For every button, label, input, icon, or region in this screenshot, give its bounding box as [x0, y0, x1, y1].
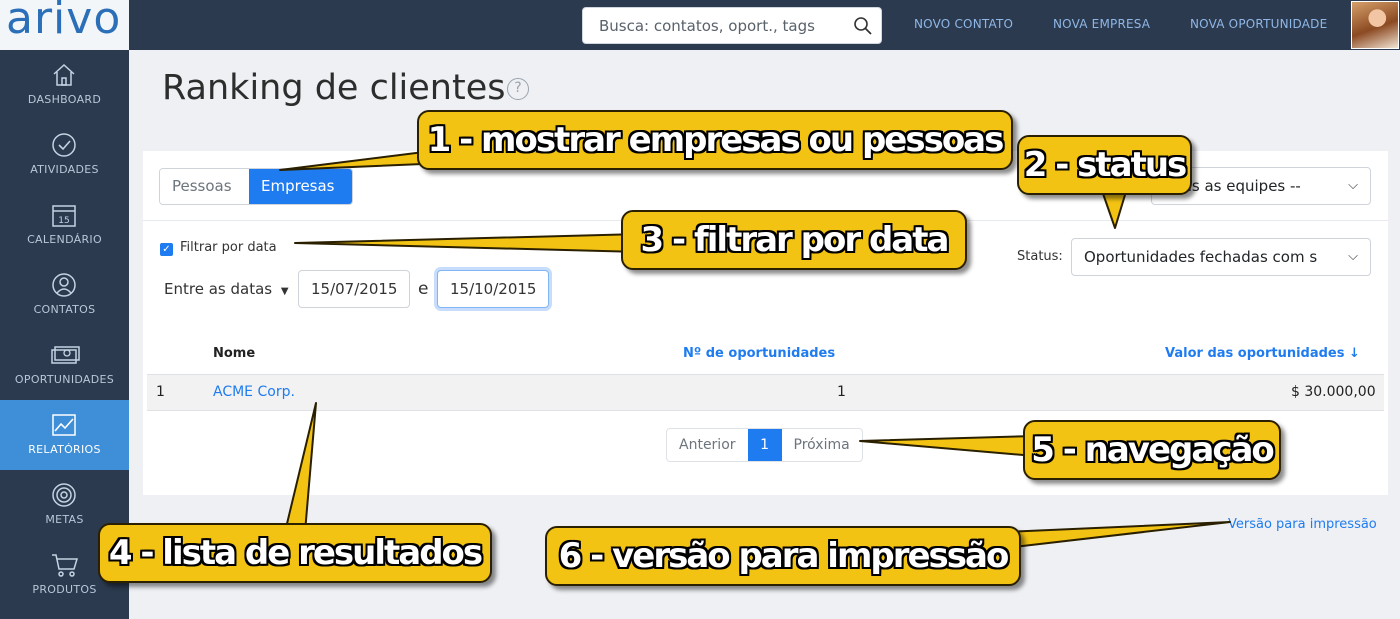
col-header-value[interactable]: Valor das oportunidades ↓	[1165, 346, 1360, 361]
logo-text: arivo	[6, 0, 122, 44]
sidebar-item-label: CONTATOS	[33, 303, 96, 316]
check-circle-icon	[52, 133, 76, 157]
pagination-next[interactable]: Próxima	[782, 429, 862, 461]
toggle-pessoas[interactable]: Pessoas	[160, 169, 249, 204]
search-input[interactable]	[597, 16, 847, 36]
sidebar-item-dashboard[interactable]: DASHBOARD	[0, 50, 129, 120]
chevron-down-icon: ⌵	[1348, 178, 1358, 193]
row-rank: 1	[156, 384, 165, 400]
callout-5: 5 - navegação	[1023, 420, 1281, 480]
col-header-name: Nome	[213, 346, 256, 361]
sidebar-item-atividades[interactable]: ATIVIDADES	[0, 120, 129, 190]
row-company-link[interactable]: ACME Corp.	[213, 384, 295, 400]
sidebar-item-label: RELATÓRIOS	[28, 443, 101, 456]
toggle-empresas[interactable]: Empresas	[249, 169, 352, 204]
nav-nova-oportunidade[interactable]: NOVA OPORTUNIDADE	[1190, 17, 1327, 31]
nav-nova-empresa[interactable]: NOVA EMPRESA	[1053, 17, 1150, 31]
search-box[interactable]	[582, 7, 882, 44]
callout-2: 2 - status	[1017, 135, 1192, 195]
status-select[interactable]: Oportunidades fechadas com s ⌵	[1071, 238, 1371, 276]
date-from-input[interactable]: 15/07/2015	[298, 270, 410, 308]
pagination-prev[interactable]: Anterior	[667, 429, 748, 461]
chevron-down-icon: ⌵	[1342, 239, 1358, 275]
sidebar-item-contatos[interactable]: CONTATOS	[0, 260, 129, 330]
search-icon[interactable]	[853, 16, 873, 40]
money-icon	[51, 346, 80, 364]
date-filter-label: Filtrar por data	[180, 240, 277, 255]
date-filter-checkbox[interactable]: ✓	[160, 243, 173, 256]
caret-down-icon: ▼	[280, 286, 289, 297]
sidebar-item-label: DASHBOARD	[27, 93, 102, 106]
sidebar-item-label: OPORTUNIDADES	[14, 373, 115, 386]
sidebar-item-calendario[interactable]: 15 CALENDÁRIO	[0, 190, 129, 260]
date-to-input[interactable]: 15/10/2015	[437, 270, 549, 308]
print-version-link[interactable]: Versão para impressão	[1228, 517, 1377, 532]
home-icon	[53, 63, 75, 86]
sidebar-item-label: CALENDÁRIO	[27, 233, 102, 246]
cart-icon	[52, 554, 79, 577]
date-mode-label: Entre as datas	[164, 280, 273, 298]
callout-1: 1 - mostrar empresas ou pessoas	[417, 110, 1013, 170]
user-avatar[interactable]	[1351, 1, 1399, 49]
callout-4: 4 - lista de resultados	[98, 523, 492, 583]
page-title: Ranking de clientes	[162, 68, 506, 108]
target-icon	[52, 483, 76, 507]
pagination: Anterior 1 Próxima	[666, 428, 863, 462]
sidebar-item-label: PRODUTOS	[32, 583, 97, 596]
row-count: 1	[837, 384, 846, 400]
callout-6: 6 - versão para impressão	[545, 526, 1021, 586]
row-value: $ 30.000,00	[1291, 384, 1376, 400]
chart-icon	[52, 414, 76, 436]
status-label: Status:	[1017, 249, 1063, 264]
pagination-current[interactable]: 1	[747, 429, 782, 461]
callout-3: 3 - filtrar por data	[621, 210, 967, 270]
col-header-count[interactable]: Nº de oportunidades	[683, 346, 835, 361]
calendar-icon: 15	[52, 205, 76, 227]
svg-text:15: 15	[58, 216, 69, 226]
date-separator: e	[418, 279, 429, 299]
status-select-value: Oportunidades fechadas com s	[1084, 248, 1318, 266]
sidebar-item-label: ATIVIDADES	[30, 163, 99, 176]
table-row	[147, 374, 1384, 411]
callout-6-pointer	[1004, 521, 1231, 549]
date-mode-dropdown[interactable]: Entre as datas ▼	[164, 280, 289, 298]
sidebar-item-relatorios[interactable]: RELATÓRIOS	[0, 400, 129, 470]
help-icon[interactable]: ?	[507, 78, 529, 100]
top-bar: arivo NOVO CONTATO NOVA EMPRESA NOVA OPO…	[0, 0, 1400, 50]
nav-novo-contato[interactable]: NOVO CONTATO	[914, 17, 1013, 31]
logo[interactable]: arivo	[0, 0, 129, 50]
entity-toggle: Pessoas Empresas	[159, 168, 353, 205]
sidebar-item-oportunidades[interactable]: OPORTUNIDADES	[0, 330, 129, 400]
user-icon	[52, 273, 76, 297]
